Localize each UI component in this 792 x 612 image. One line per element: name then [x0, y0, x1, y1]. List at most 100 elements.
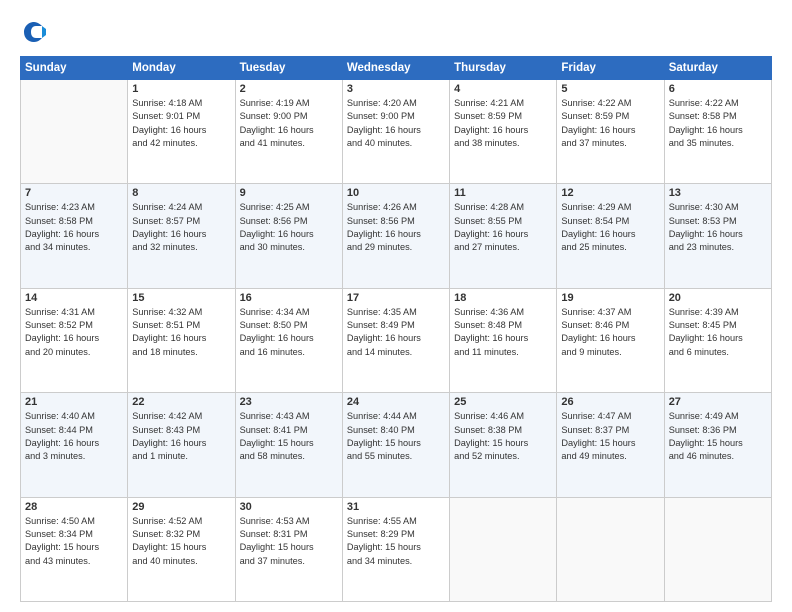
calendar-cell: 15 Sunrise: 4:32 AM Sunset: 8:51 PM Dayli… — [128, 288, 235, 392]
calendar-cell — [450, 497, 557, 601]
calendar-cell: 22Sunrise: 4:42 AM Sunset: 8:43 PM Dayli… — [128, 393, 235, 497]
day-number: 4 — [454, 83, 552, 95]
day-number: 24 — [347, 396, 445, 408]
calendar-cell: 10 Sunrise: 4:26 AM Sunset: 8:56 PM Dayli… — [342, 184, 449, 288]
day-info: Sunrise: 4:42 AM Sunset: 8:43 PM Dayligh… — [132, 410, 230, 463]
calendar-cell: 31Sunrise: 4:55 AM Sunset: 8:29 PM Dayli… — [342, 497, 449, 601]
calendar-cell: 14 Sunrise: 4:31 AM Sunset: 8:52 PM Dayli… — [21, 288, 128, 392]
calendar-cell: 19 Sunrise: 4:37 AM Sunset: 8:46 PM Dayli… — [557, 288, 664, 392]
day-info: Sunrise: 4:46 AM Sunset: 8:38 PM Dayligh… — [454, 410, 552, 463]
day-number: 29 — [132, 501, 230, 513]
calendar-table: SundayMondayTuesdayWednesdayThursdayFrid… — [20, 56, 772, 602]
day-info: Sunrise: 4:49 AM Sunset: 8:36 PM Dayligh… — [669, 410, 767, 463]
day-number: 6 — [669, 83, 767, 95]
calendar-cell: 8Sunrise: 4:24 AM Sunset: 8:57 PM Daylig… — [128, 184, 235, 288]
calendar-cell: 3 Sunrise: 4:20 AM Sunset: 9:00 PM Daylig… — [342, 80, 449, 184]
day-info: Sunrise: 4:29 AM Sunset: 8:54 PM Dayligh… — [561, 201, 659, 254]
day-number: 5 — [561, 83, 659, 95]
day-number: 19 — [561, 292, 659, 304]
day-number: 26 — [561, 396, 659, 408]
day-info: Sunrise: 4:39 AM Sunset: 8:45 PM Dayligh… — [669, 306, 767, 359]
calendar-cell: 26 Sunrise: 4:47 AM Sunset: 8:37 PM Dayli… — [557, 393, 664, 497]
day-number: 3 — [347, 83, 445, 95]
day-info: Sunrise: 4:22 AM Sunset: 8:58 PM Dayligh… — [669, 97, 767, 150]
day-number: 11 — [454, 187, 552, 199]
day-number: 25 — [454, 396, 552, 408]
day-info: Sunrise: 4:30 AM Sunset: 8:53 PM Dayligh… — [669, 201, 767, 254]
day-info: Sunrise: 4:31 AM Sunset: 8:52 PM Dayligh… — [25, 306, 123, 359]
day-number: 1 — [132, 83, 230, 95]
day-number: 18 — [454, 292, 552, 304]
day-info: Sunrise: 4:25 AM Sunset: 8:56 PM Dayligh… — [240, 201, 338, 254]
calendar-cell: 24 Sunrise: 4:44 AM Sunset: 8:40 PM Dayli… — [342, 393, 449, 497]
calendar-cell: 21 Sunrise: 4:40 AM Sunset: 8:44 PM Dayli… — [21, 393, 128, 497]
calendar-cell: 11 Sunrise: 4:28 AM Sunset: 8:55 PM Dayli… — [450, 184, 557, 288]
week-row-5: 28 Sunrise: 4:50 AM Sunset: 8:34 PM Dayli… — [21, 497, 772, 601]
calendar-cell: 25 Sunrise: 4:46 AM Sunset: 8:38 PM Dayli… — [450, 393, 557, 497]
day-number: 10 — [347, 187, 445, 199]
calendar-cell: 9 Sunrise: 4:25 AM Sunset: 8:56 PM Daylig… — [235, 184, 342, 288]
page: SundayMondayTuesdayWednesdayThursdayFrid… — [0, 0, 792, 612]
logo — [20, 18, 52, 46]
day-info: Sunrise: 4:19 AM Sunset: 9:00 PM Dayligh… — [240, 97, 338, 150]
day-number: 8 — [132, 187, 230, 199]
day-info: Sunrise: 4:23 AM Sunset: 8:58 PM Dayligh… — [25, 201, 123, 254]
header-row: SundayMondayTuesdayWednesdayThursdayFrid… — [21, 57, 772, 80]
day-header-wednesday: Wednesday — [342, 57, 449, 80]
day-info: Sunrise: 4:28 AM Sunset: 8:55 PM Dayligh… — [454, 201, 552, 254]
calendar-cell: 4Sunrise: 4:21 AM Sunset: 8:59 PM Daylig… — [450, 80, 557, 184]
calendar-cell: 16Sunrise: 4:34 AM Sunset: 8:50 PM Dayli… — [235, 288, 342, 392]
day-info: Sunrise: 4:47 AM Sunset: 8:37 PM Dayligh… — [561, 410, 659, 463]
day-number: 21 — [25, 396, 123, 408]
day-header-thursday: Thursday — [450, 57, 557, 80]
day-info: Sunrise: 4:22 AM Sunset: 8:59 PM Dayligh… — [561, 97, 659, 150]
day-header-friday: Friday — [557, 57, 664, 80]
day-number: 27 — [669, 396, 767, 408]
day-info: Sunrise: 4:43 AM Sunset: 8:41 PM Dayligh… — [240, 410, 338, 463]
day-info: Sunrise: 4:26 AM Sunset: 8:56 PM Dayligh… — [347, 201, 445, 254]
calendar-cell: 2 Sunrise: 4:19 AM Sunset: 9:00 PM Daylig… — [235, 80, 342, 184]
calendar-cell: 28 Sunrise: 4:50 AM Sunset: 8:34 PM Dayli… — [21, 497, 128, 601]
day-number: 17 — [347, 292, 445, 304]
day-info: Sunrise: 4:40 AM Sunset: 8:44 PM Dayligh… — [25, 410, 123, 463]
calendar-cell: 27 Sunrise: 4:49 AM Sunset: 8:36 PM Dayli… — [664, 393, 771, 497]
day-header-tuesday: Tuesday — [235, 57, 342, 80]
day-info: Sunrise: 4:52 AM Sunset: 8:32 PM Dayligh… — [132, 515, 230, 568]
day-number: 15 — [132, 292, 230, 304]
calendar-cell: 17 Sunrise: 4:35 AM Sunset: 8:49 PM Dayli… — [342, 288, 449, 392]
day-number: 28 — [25, 501, 123, 513]
day-number: 13 — [669, 187, 767, 199]
day-info: Sunrise: 4:20 AM Sunset: 9:00 PM Dayligh… — [347, 97, 445, 150]
day-info: Sunrise: 4:50 AM Sunset: 8:34 PM Dayligh… — [25, 515, 123, 568]
day-info: Sunrise: 4:53 AM Sunset: 8:31 PM Dayligh… — [240, 515, 338, 568]
calendar-cell: 20Sunrise: 4:39 AM Sunset: 8:45 PM Dayli… — [664, 288, 771, 392]
calendar-cell — [557, 497, 664, 601]
calendar-cell: 6 Sunrise: 4:22 AM Sunset: 8:58 PM Daylig… — [664, 80, 771, 184]
day-info: Sunrise: 4:32 AM Sunset: 8:51 PM Dayligh… — [132, 306, 230, 359]
day-info: Sunrise: 4:36 AM Sunset: 8:48 PM Dayligh… — [454, 306, 552, 359]
calendar-cell: 18 Sunrise: 4:36 AM Sunset: 8:48 PM Dayli… — [450, 288, 557, 392]
calendar-cell: 1 Sunrise: 4:18 AM Sunset: 9:01 PM Daylig… — [128, 80, 235, 184]
day-info: Sunrise: 4:34 AM Sunset: 8:50 PM Dayligh… — [240, 306, 338, 359]
day-number: 30 — [240, 501, 338, 513]
day-number: 2 — [240, 83, 338, 95]
calendar-cell — [21, 80, 128, 184]
logo-icon — [20, 18, 48, 46]
calendar-cell: 12 Sunrise: 4:29 AM Sunset: 8:54 PM Dayli… — [557, 184, 664, 288]
calendar-cell: 13 Sunrise: 4:30 AM Sunset: 8:53 PM Dayli… — [664, 184, 771, 288]
day-number: 9 — [240, 187, 338, 199]
calendar-cell: 23 Sunrise: 4:43 AM Sunset: 8:41 PM Dayli… — [235, 393, 342, 497]
day-info: Sunrise: 4:37 AM Sunset: 8:46 PM Dayligh… — [561, 306, 659, 359]
day-number: 7 — [25, 187, 123, 199]
day-info: Sunrise: 4:18 AM Sunset: 9:01 PM Dayligh… — [132, 97, 230, 150]
calendar-cell: 30 Sunrise: 4:53 AM Sunset: 8:31 PM Dayli… — [235, 497, 342, 601]
day-info: Sunrise: 4:35 AM Sunset: 8:49 PM Dayligh… — [347, 306, 445, 359]
day-header-sunday: Sunday — [21, 57, 128, 80]
day-number: 14 — [25, 292, 123, 304]
week-row-2: 7 Sunrise: 4:23 AM Sunset: 8:58 PM Daylig… — [21, 184, 772, 288]
calendar-cell: 7 Sunrise: 4:23 AM Sunset: 8:58 PM Daylig… — [21, 184, 128, 288]
day-info: Sunrise: 4:44 AM Sunset: 8:40 PM Dayligh… — [347, 410, 445, 463]
day-number: 12 — [561, 187, 659, 199]
day-number: 23 — [240, 396, 338, 408]
week-row-1: 1 Sunrise: 4:18 AM Sunset: 9:01 PM Daylig… — [21, 80, 772, 184]
